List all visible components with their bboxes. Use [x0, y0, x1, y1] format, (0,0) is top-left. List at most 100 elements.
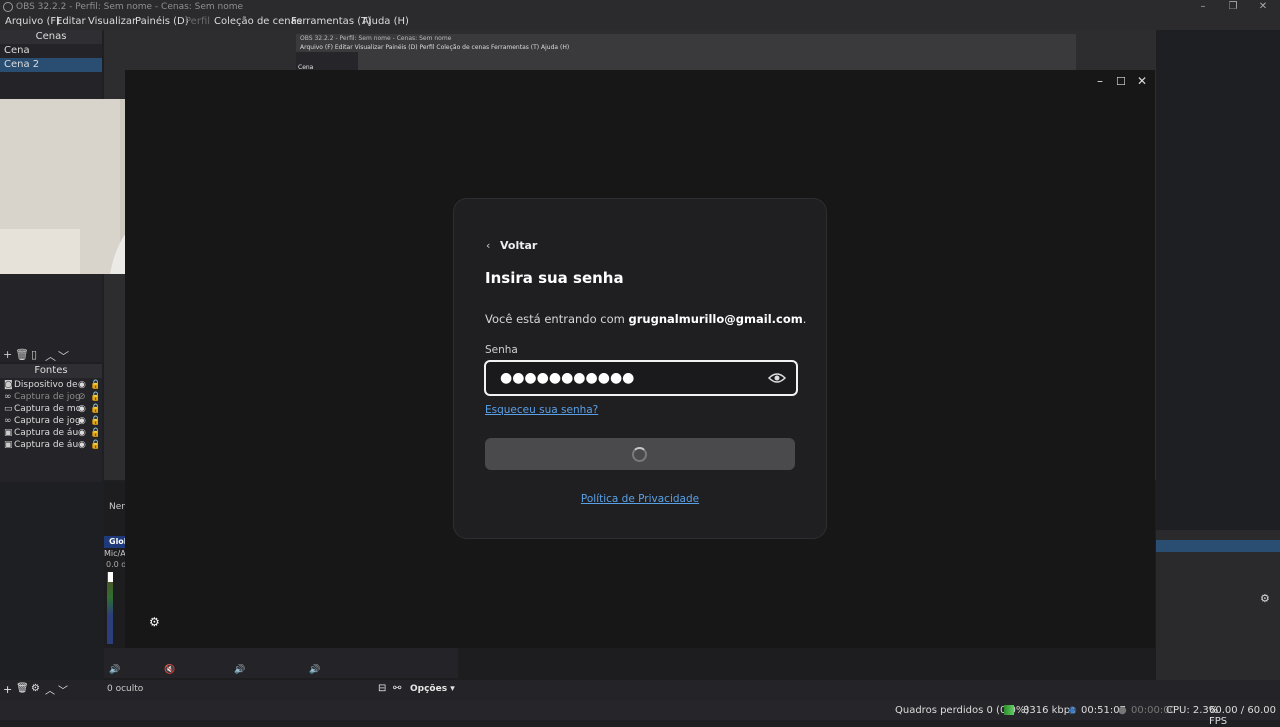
speaker-icon[interactable]: 🔊 — [309, 665, 320, 675]
window-title: OBS 32.2.2 - Perfil: Sem nome - Cenas: S… — [16, 2, 244, 12]
db-label: 0.0 d — [106, 560, 127, 569]
volume-meter — [107, 572, 113, 644]
status-bar: Quadros perdidos 0 (0.0%) 8316 kbps ◉ 00… — [0, 700, 1280, 727]
lock-icon[interactable]: 🔒 — [90, 403, 98, 415]
source-item[interactable]: ∞ Captura de jog ⊘ 🔒 — [4, 391, 98, 403]
lock-icon[interactable]: 🔒 — [90, 415, 98, 427]
audio-capture-icon: ▣ — [4, 428, 13, 438]
volume-slider-handle[interactable] — [108, 572, 113, 582]
chevron-left-icon: ‹ — [486, 239, 491, 252]
show-password-icon[interactable] — [768, 370, 786, 386]
menu-bar: Arquivo (F) Editar Visualizar Painéis (D… — [0, 14, 1280, 30]
scene-item-cena[interactable]: Cena — [0, 44, 102, 58]
source-item[interactable]: ▣Captura de áu ◉ 🔒 — [4, 427, 98, 439]
eye-off-icon[interactable]: ⊘ — [78, 391, 86, 403]
submit-button[interactable] — [485, 438, 795, 470]
gamepad-icon: ∞ — [4, 416, 12, 426]
monitor-icon: ▭ — [4, 404, 13, 414]
close-icon[interactable]: ✕ — [1248, 0, 1278, 14]
trash-icon[interactable]: 🗑 — [16, 683, 29, 694]
nested-menu: Arquivo (F) Editar Visualizar Painéis (D… — [300, 44, 570, 51]
signin-prefix: Você está entrando com — [485, 312, 629, 326]
menu-arquivo[interactable]: Arquivo (F) — [5, 16, 60, 27]
loading-spinner-icon — [632, 447, 647, 462]
eye-icon[interactable]: ◉ — [78, 427, 86, 439]
source-label: Captura de mo — [14, 404, 82, 414]
signin-suffix: . — [802, 312, 807, 326]
obs-logo-icon — [3, 2, 13, 12]
page-title: Insira sua senha — [485, 269, 624, 287]
options-button[interactable]: Opções ▾ — [410, 684, 455, 694]
menu-paineis[interactable]: Painéis (D) — [135, 16, 189, 27]
chevron-up-icon[interactable]: ︿ — [45, 682, 55, 697]
source-label: Captura de jog — [14, 416, 81, 426]
speaker-icon[interactable]: 🔊 — [109, 665, 120, 675]
menu-editar[interactable]: Editar — [56, 16, 86, 27]
settings-gear-icon[interactable]: ⚙ — [149, 615, 160, 629]
minimize-icon[interactable]: – — [1097, 74, 1103, 88]
lock-icon[interactable]: 🔒 — [90, 379, 98, 391]
chevron-down-icon[interactable]: ﹀ — [58, 348, 69, 364]
menu-ajuda[interactable]: Ajuda (H) — [362, 16, 409, 27]
record-icon: ● — [1118, 705, 1127, 716]
audio-capture-icon: ▣ — [4, 440, 13, 450]
gear-icon[interactable]: ⚙ — [31, 683, 40, 694]
menu-perfil[interactable]: Perfil — [185, 16, 210, 27]
source-label: Captura de áu — [14, 440, 79, 450]
eye-icon[interactable]: ◉ — [78, 439, 86, 451]
options-label: Opções — [410, 684, 448, 694]
lock-icon[interactable]: 🔒 — [90, 391, 98, 403]
restore-icon[interactable]: ❐ — [1218, 0, 1248, 14]
signin-email-text: Você está entrando com grugnalmurillo@gm… — [485, 312, 806, 326]
chevron-up-icon[interactable]: ︿ — [45, 348, 56, 364]
close-icon[interactable]: ✕ — [1137, 74, 1147, 88]
back-button[interactable]: ‹ Voltar — [486, 239, 537, 252]
source-label: Dispositivo de — [14, 380, 78, 390]
title-bar: OBS 32.2.2 - Perfil: Sem nome - Cenas: S… — [0, 0, 1280, 14]
forgot-password-link[interactable]: Esqueceu sua senha? — [485, 404, 598, 416]
chevron-down-icon[interactable]: ﹀ — [58, 682, 68, 697]
add-scene-icon[interactable]: + — [3, 348, 12, 361]
scene-item-cena-2[interactable]: Cena 2 — [0, 58, 102, 72]
nested-title: OBS 32.2.2 - Perfil: Sem nome - Cenas: S… — [300, 35, 452, 42]
lock-icon[interactable]: 🔒 — [90, 439, 98, 451]
privacy-label[interactable]: Política de Privacidade — [581, 493, 699, 505]
privacy-policy-link[interactable]: Política de Privacidade — [454, 493, 826, 505]
selected-row[interactable] — [1156, 540, 1280, 552]
right-dock: ⚙ — [1156, 530, 1280, 700]
signal-icon — [1004, 705, 1014, 715]
camera-icon: ◙ — [4, 380, 13, 390]
add-source-icon[interactable]: + — [3, 683, 12, 696]
link-icon[interactable]: ⚯ — [393, 683, 401, 694]
eye-icon[interactable]: ◉ — [78, 403, 86, 415]
filter-icon[interactable]: ▯ — [31, 348, 37, 361]
eye-icon[interactable]: ◉ — [78, 379, 86, 391]
gear-icon[interactable]: ⚙ — [1260, 592, 1270, 605]
email-address: grugnalmurillo@gmail.com — [628, 312, 803, 326]
layout-icon[interactable]: ⊟ — [378, 683, 386, 694]
audio-mixer-strip: 🔊 🔇 🔊 🔊 — [104, 648, 458, 678]
fps: 60.00 / 60.00 FPS — [1209, 705, 1276, 727]
speaker-icon[interactable]: 🔊 — [234, 665, 245, 675]
source-label: Captura de áu — [14, 428, 79, 438]
trash-icon[interactable]: 🗑 — [15, 348, 29, 361]
lock-icon[interactable]: 🔒 — [90, 427, 98, 439]
sources-panel: Fontes ◙Dispositivo de ◉ 🔒 ∞ Captura de jog… — [0, 364, 102, 482]
back-label: Voltar — [500, 239, 538, 252]
minimize-icon[interactable]: – — [1188, 0, 1218, 14]
source-item[interactable]: ▭Captura de mo ◉ 🔒 — [4, 403, 98, 415]
source-item[interactable]: ∞ Captura de jog ◉ 🔒 — [4, 415, 98, 427]
speaker-muted-icon[interactable]: 🔇 — [164, 665, 175, 675]
password-field[interactable]: ●●●●●●●●●●● — [484, 360, 798, 396]
menu-ferramentas[interactable]: Ferramentas (T) — [291, 16, 371, 27]
menu-visualizar[interactable]: Visualizar — [88, 16, 136, 27]
nested-obs-preview: OBS 32.2.2 - Perfil: Sem nome - Cenas: S… — [296, 34, 1076, 74]
eye-icon[interactable]: ◉ — [78, 415, 86, 427]
menu-colecao-de-cenas[interactable]: Coleção de cenas — [214, 16, 302, 27]
login-window: – ☐ ✕ ‹ Voltar Insira sua senha Você está… — [125, 70, 1155, 648]
scenes-header: Cenas — [0, 30, 102, 44]
source-item[interactable]: ▣Captura de áu ◉ 🔒 — [4, 439, 98, 451]
source-item[interactable]: ◙Dispositivo de ◉ 🔒 — [4, 379, 98, 391]
password-value: ●●●●●●●●●●● — [500, 370, 635, 386]
maximize-icon[interactable]: ☐ — [1116, 75, 1126, 88]
